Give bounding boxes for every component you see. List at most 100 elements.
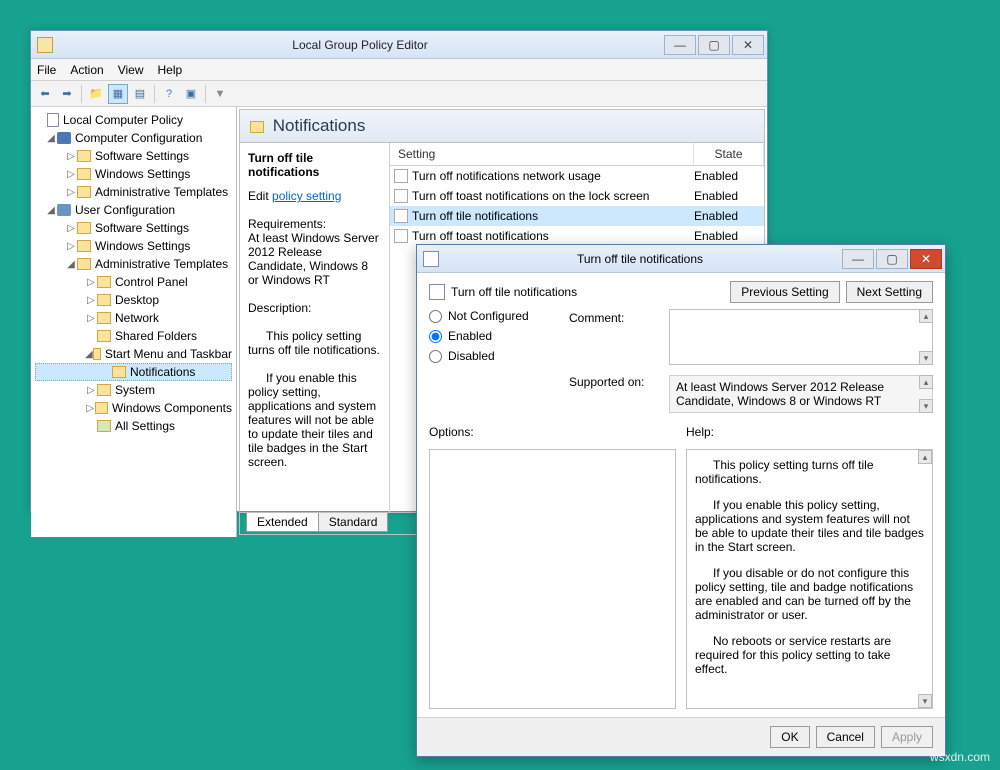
tree-label: All Settings (115, 419, 175, 433)
previous-setting-button[interactable]: Previous Setting (730, 281, 839, 303)
setting-icon (394, 229, 408, 243)
tree-item[interactable]: Shared Folders (35, 327, 232, 345)
row-state: Enabled (694, 209, 764, 223)
up-button[interactable]: 📁 (86, 84, 106, 104)
tree-label: Windows Settings (95, 239, 190, 253)
list-row[interactable]: Turn off notifications network usageEnab… (390, 166, 764, 186)
tree-label: Administrative Templates (95, 257, 228, 271)
scroll-down-icon[interactable]: ▾ (919, 399, 933, 413)
tab-standard[interactable]: Standard (318, 513, 389, 532)
radio-enabled[interactable]: Enabled (429, 329, 559, 343)
tree-root[interactable]: Local Computer Policy (35, 111, 232, 129)
comment-textarea[interactable] (669, 309, 933, 365)
tree-admin[interactable]: ◢Administrative Templates (35, 255, 232, 273)
toolbar-btn-4[interactable]: ▣ (181, 84, 201, 104)
tree-uc[interactable]: ◢User Configuration (35, 201, 232, 219)
toolbar-btn-3[interactable]: ▤ (130, 84, 150, 104)
radio-label: Not Configured (448, 309, 529, 323)
forward-button[interactable]: ➡ (57, 84, 77, 104)
tree-pane[interactable]: Local Computer Policy ◢Computer Configur… (31, 107, 237, 537)
scroll-up-icon[interactable]: ▴ (918, 450, 932, 464)
cancel-button[interactable]: Cancel (816, 726, 875, 748)
tree-start-menu[interactable]: ◢Start Menu and Taskbar (35, 345, 232, 363)
tree-label: System (115, 383, 155, 397)
dialog-close-button[interactable]: ✕ (910, 249, 942, 269)
next-setting-button[interactable]: Next Setting (846, 281, 933, 303)
help-label: Help: (686, 425, 933, 439)
tree-cc[interactable]: ◢Computer Configuration (35, 129, 232, 147)
requirements-label: Requirements: (248, 217, 381, 231)
options-panel[interactable] (429, 449, 676, 709)
tree-item[interactable]: ▷Software Settings (35, 147, 232, 165)
scroll-down-icon[interactable]: ▾ (919, 351, 933, 365)
tree-item[interactable]: ▷Windows Settings (35, 165, 232, 183)
titlebar[interactable]: Local Group Policy Editor — ▢ ✕ (31, 31, 767, 59)
tree-item[interactable]: ▷Control Panel (35, 273, 232, 291)
tree-item[interactable]: ▷System (35, 381, 232, 399)
watermark: wsxdn.com (930, 750, 990, 764)
description-p2: If you enable this policy setting, appli… (248, 371, 381, 469)
tree-item[interactable]: ▷Software Settings (35, 219, 232, 237)
filter-button[interactable]: ▼ (210, 84, 230, 104)
dialog-maximize-button[interactable]: ▢ (876, 249, 908, 269)
setting-dialog: Turn off tile notifications — ▢ ✕ Turn o… (416, 244, 946, 757)
dialog-minimize-button[interactable]: — (842, 249, 874, 269)
list-row[interactable]: Turn off toast notificationsEnabled (390, 226, 764, 246)
ok-button[interactable]: OK (770, 726, 809, 748)
row-text: Turn off toast notifications (412, 229, 694, 243)
description-p1: This policy setting turns off tile notif… (248, 329, 381, 357)
tree-label: User Configuration (75, 203, 175, 217)
list-row[interactable]: Turn off toast notifications on the lock… (390, 186, 764, 206)
menu-view[interactable]: View (118, 63, 144, 77)
help-p4: No reboots or service restarts are requi… (695, 634, 924, 676)
tree-item[interactable]: ▷Windows Components (35, 399, 232, 417)
dialog-item-label: Turn off tile notifications (451, 285, 577, 299)
tree-label: Windows Settings (95, 167, 190, 181)
col-setting[interactable]: Setting (390, 143, 694, 165)
help-p3: If you disable or do not configure this … (695, 566, 924, 622)
dialog-footer: OK Cancel Apply (417, 717, 945, 756)
tree-label: Software Settings (95, 221, 189, 235)
toolbar: ⬅ ➡ 📁 ▦ ▤ ? ▣ ▼ (31, 81, 767, 107)
dialog-titlebar[interactable]: Turn off tile notifications — ▢ ✕ (417, 245, 945, 273)
apply-button[interactable]: Apply (881, 726, 933, 748)
tab-extended[interactable]: Extended (246, 513, 319, 532)
selected-setting-title: Turn off tile notifications (248, 151, 381, 179)
minimize-button[interactable]: — (664, 35, 696, 55)
radio-not-configured[interactable]: Not Configured (429, 309, 559, 323)
tree-item[interactable]: ▷Windows Settings (35, 237, 232, 255)
menu-file[interactable]: File (37, 63, 56, 77)
back-button[interactable]: ⬅ (35, 84, 55, 104)
radio-label: Enabled (448, 329, 492, 343)
toolbar-btn-2[interactable]: ▦ (108, 84, 128, 104)
col-state[interactable]: State (694, 143, 764, 165)
menu-action[interactable]: Action (70, 63, 103, 77)
scroll-up-icon[interactable]: ▴ (919, 375, 933, 389)
tree-notifications[interactable]: Notifications (35, 363, 232, 381)
scroll-down-icon[interactable]: ▾ (918, 694, 932, 708)
pane-header: Notifications (240, 110, 764, 143)
help-panel[interactable]: This policy setting turns off tile notif… (686, 449, 933, 709)
tree-label: Windows Components (112, 401, 232, 415)
maximize-button[interactable]: ▢ (698, 35, 730, 55)
scroll-up-icon[interactable]: ▴ (919, 309, 933, 323)
menu-help[interactable]: Help (158, 63, 183, 77)
row-text: Turn off notifications network usage (412, 169, 694, 183)
edit-label: Edit (248, 189, 269, 203)
tree-item[interactable]: ▷Administrative Templates (35, 183, 232, 201)
list-row[interactable]: Turn off tile notificationsEnabled (390, 206, 764, 226)
close-button[interactable]: ✕ (732, 35, 764, 55)
edit-policy-link[interactable]: policy setting (272, 189, 341, 203)
menubar: File Action View Help (31, 59, 767, 81)
tree-item[interactable]: All Settings (35, 417, 232, 435)
radio-label: Disabled (448, 349, 495, 363)
tree-label: Notifications (130, 365, 195, 379)
help-button[interactable]: ? (159, 84, 179, 104)
tree-item[interactable]: ▷Network (35, 309, 232, 327)
tree-label: Shared Folders (115, 329, 197, 343)
radio-disabled[interactable]: Disabled (429, 349, 559, 363)
setting-icon (394, 189, 408, 203)
window-title: Local Group Policy Editor (57, 38, 663, 52)
requirements-text: At least Windows Server 2012 Release Can… (248, 231, 381, 287)
tree-item[interactable]: ▷Desktop (35, 291, 232, 309)
